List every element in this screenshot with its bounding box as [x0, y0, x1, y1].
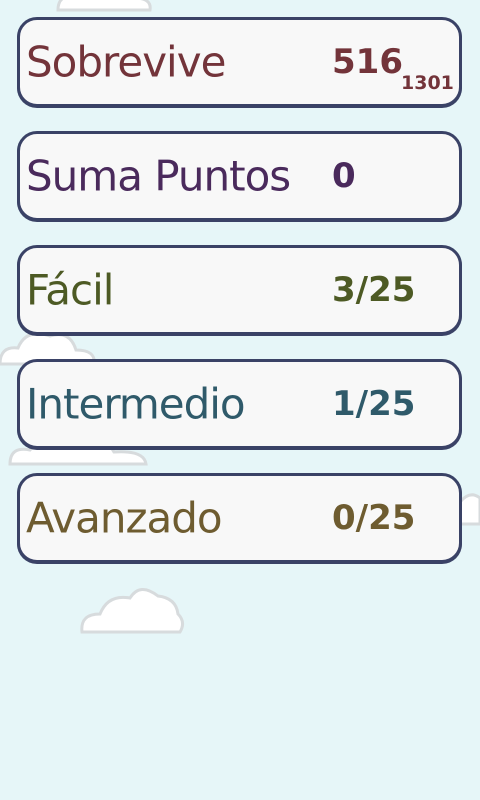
- mode-score: 0/25: [332, 498, 416, 538]
- mode-label: Sobrevive: [26, 37, 226, 87]
- mode-card-facil[interactable]: Fácil 3/25: [17, 245, 462, 335]
- mode-score: 1/25: [332, 384, 416, 424]
- mode-label: Avanzado: [26, 493, 223, 543]
- mode-score: 0: [332, 156, 356, 196]
- cloud-decoration: [78, 584, 188, 638]
- mode-card-intermedio[interactable]: Intermedio 1/25: [17, 359, 462, 449]
- mode-card-suma-puntos[interactable]: Suma Puntos 0: [17, 131, 462, 221]
- mode-label: Suma Puntos: [26, 151, 291, 201]
- mode-best-score: 1301: [401, 72, 454, 94]
- mode-label: Fácil: [26, 265, 114, 315]
- mode-label: Intermedio: [26, 379, 246, 429]
- mode-score: 3/25: [332, 270, 416, 310]
- mode-score: 516: [332, 42, 403, 82]
- mode-card-sobrevive[interactable]: Sobrevive 516 1301: [17, 17, 462, 107]
- mode-card-avanzado[interactable]: Avanzado 0/25: [17, 473, 462, 563]
